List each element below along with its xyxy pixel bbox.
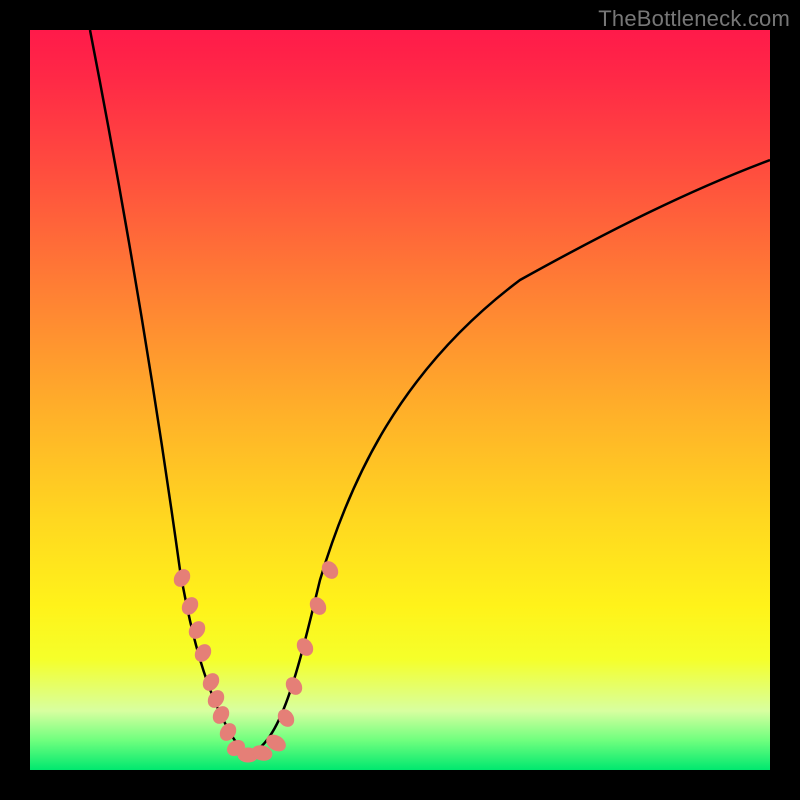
curve-left-branch <box>90 30 245 755</box>
chart-marker <box>275 707 297 730</box>
marker-group <box>171 559 341 763</box>
chart-svg <box>30 30 770 770</box>
curve-right-branch <box>245 160 770 755</box>
curve-group <box>90 30 770 755</box>
watermark-text: TheBottleneck.com <box>598 6 790 32</box>
chart-marker <box>283 675 305 698</box>
chart-marker <box>179 595 201 618</box>
chart-marker <box>319 559 341 582</box>
chart-marker <box>294 636 316 659</box>
chart-frame <box>30 30 770 770</box>
chart-marker <box>171 567 193 590</box>
chart-marker <box>307 595 329 618</box>
